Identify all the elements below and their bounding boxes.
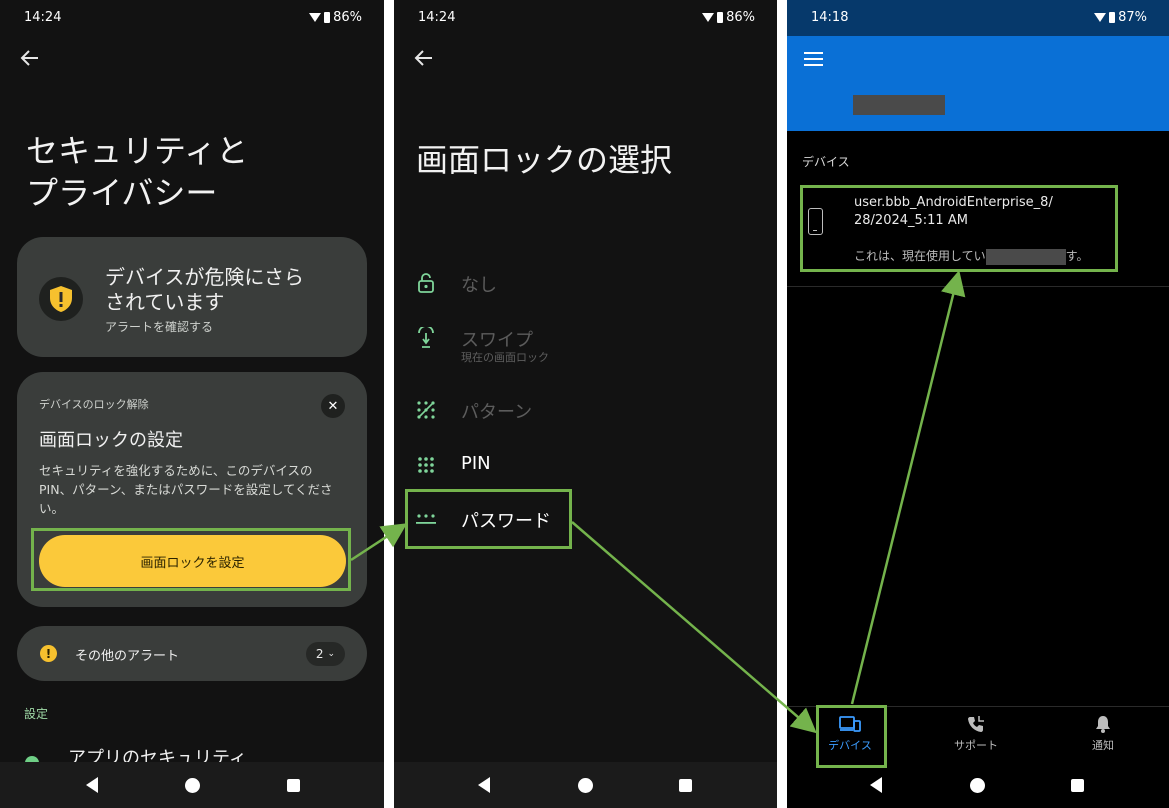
device-description: これは、現在使用してい す。 xyxy=(854,248,1089,265)
nav-back-icon[interactable] xyxy=(464,762,504,808)
other-alerts-label: その他のアラート xyxy=(75,649,180,664)
app-header xyxy=(787,36,1169,131)
devices-section-label: デバイス xyxy=(802,155,850,169)
device-list-item[interactable]: user.bbb_AndroidEnterprise_8/28/2024_5:1… xyxy=(802,186,1117,271)
screen-lock-choice: 14:24 86% 画面ロックの選択 なし スワイプ 現在の画面ロック パターン xyxy=(394,0,777,808)
redacted-block xyxy=(985,248,1066,265)
set-screen-lock-button[interactable]: 画面ロックを設定 xyxy=(39,535,346,587)
nav-home-icon[interactable] xyxy=(565,762,605,808)
swipe-icon xyxy=(414,326,438,350)
chevron-down-icon: ⌄ xyxy=(327,649,336,659)
system-nav-bar xyxy=(394,762,777,808)
bell-icon xyxy=(1063,713,1143,735)
status-time: 14:24 xyxy=(418,10,456,25)
status-time: 14:18 xyxy=(811,10,849,25)
option-swipe[interactable]: スワイプ 現在の画面ロック xyxy=(394,318,777,364)
phone-support-icon xyxy=(936,713,1016,735)
battery-level: 86% xyxy=(333,10,362,25)
system-nav-bar xyxy=(0,762,384,808)
tab-notifications[interactable]: 通知 xyxy=(1063,713,1143,753)
nav-recents-icon[interactable] xyxy=(665,762,705,808)
menu-icon[interactable] xyxy=(804,52,823,66)
card-eyebrow: デバイスのロック解除 xyxy=(39,398,149,411)
redacted-block xyxy=(853,95,945,115)
bottom-tab-bar: デバイス サポート 通知 xyxy=(787,706,1169,764)
option-password[interactable]: パスワード xyxy=(394,499,777,539)
option-none[interactable]: なし xyxy=(394,263,777,303)
card-heading: 画面ロックの設定 xyxy=(39,430,183,451)
tab-support[interactable]: サポート xyxy=(936,713,1016,753)
battery-icon xyxy=(717,12,724,23)
nav-back-icon[interactable] xyxy=(72,762,112,808)
nav-back-icon[interactable] xyxy=(856,762,896,808)
battery-icon xyxy=(1109,12,1116,23)
screen-security-privacy: 14:24 86% セキュリティと プライバシー デバイスが危険にさら されてい… xyxy=(0,0,384,808)
battery-icon xyxy=(324,12,331,23)
back-arrow-icon[interactable] xyxy=(412,46,436,70)
wifi-icon xyxy=(1094,13,1107,22)
pattern-icon xyxy=(414,398,438,422)
shield-warning-icon xyxy=(39,277,83,321)
status-bar: 14:24 86% xyxy=(394,0,777,36)
card-body: セキュリティを強化するために、このデバイスの PIN、パターン、またはパスワード… xyxy=(39,463,333,516)
divider xyxy=(787,286,1169,287)
other-alerts-row[interactable]: ! その他のアラート 2 ⌄ xyxy=(17,626,367,681)
page-title: セキュリティと プライバシー xyxy=(26,132,249,212)
device-name: user.bbb_AndroidEnterprise_8/28/2024_5:1… xyxy=(854,195,1053,228)
nav-home-icon[interactable] xyxy=(172,762,212,808)
alert-count-badge[interactable]: 2 ⌄ xyxy=(306,642,345,666)
pin-icon xyxy=(414,453,438,477)
password-icon xyxy=(414,507,438,531)
nav-home-icon[interactable] xyxy=(957,762,997,808)
wifi-icon xyxy=(702,13,715,22)
nav-recents-icon[interactable] xyxy=(1057,762,1097,808)
page-title: 画面ロックの選択 xyxy=(416,141,673,179)
option-pattern[interactable]: パターン xyxy=(394,390,777,430)
alert-subtitle: アラートを確認する xyxy=(105,320,214,334)
screen-company-portal-devices: 14:18 87% デバイス user.bbb_AndroidEnterpris… xyxy=(787,0,1169,808)
battery-level: 87% xyxy=(1118,10,1147,25)
system-nav-bar xyxy=(787,762,1169,808)
lock-open-icon xyxy=(414,271,438,295)
back-arrow-icon[interactable] xyxy=(18,46,42,70)
devices-icon xyxy=(810,713,890,735)
wifi-icon xyxy=(309,13,322,22)
device-risk-alert-card[interactable]: デバイスが危険にさら されています アラートを確認する xyxy=(17,237,367,357)
nav-recents-icon[interactable] xyxy=(273,762,313,808)
smartphone-icon xyxy=(808,208,823,235)
option-pin[interactable]: PIN xyxy=(394,445,777,485)
settings-section-label: 設定 xyxy=(24,707,49,721)
battery-level: 86% xyxy=(726,10,755,25)
status-time: 14:24 xyxy=(24,10,62,25)
status-bar: 14:18 87% xyxy=(787,0,1169,36)
alert-title: デバイスが危険にさら されています xyxy=(105,265,304,314)
screen-lock-setup-card: デバイスのロック解除 ✕ 画面ロックの設定 セキュリティを強化するために、このデ… xyxy=(17,372,367,607)
status-bar: 14:24 86% xyxy=(0,0,384,36)
warning-icon: ! xyxy=(40,645,57,662)
tab-devices[interactable]: デバイス xyxy=(810,713,890,753)
close-icon[interactable]: ✕ xyxy=(321,394,345,418)
